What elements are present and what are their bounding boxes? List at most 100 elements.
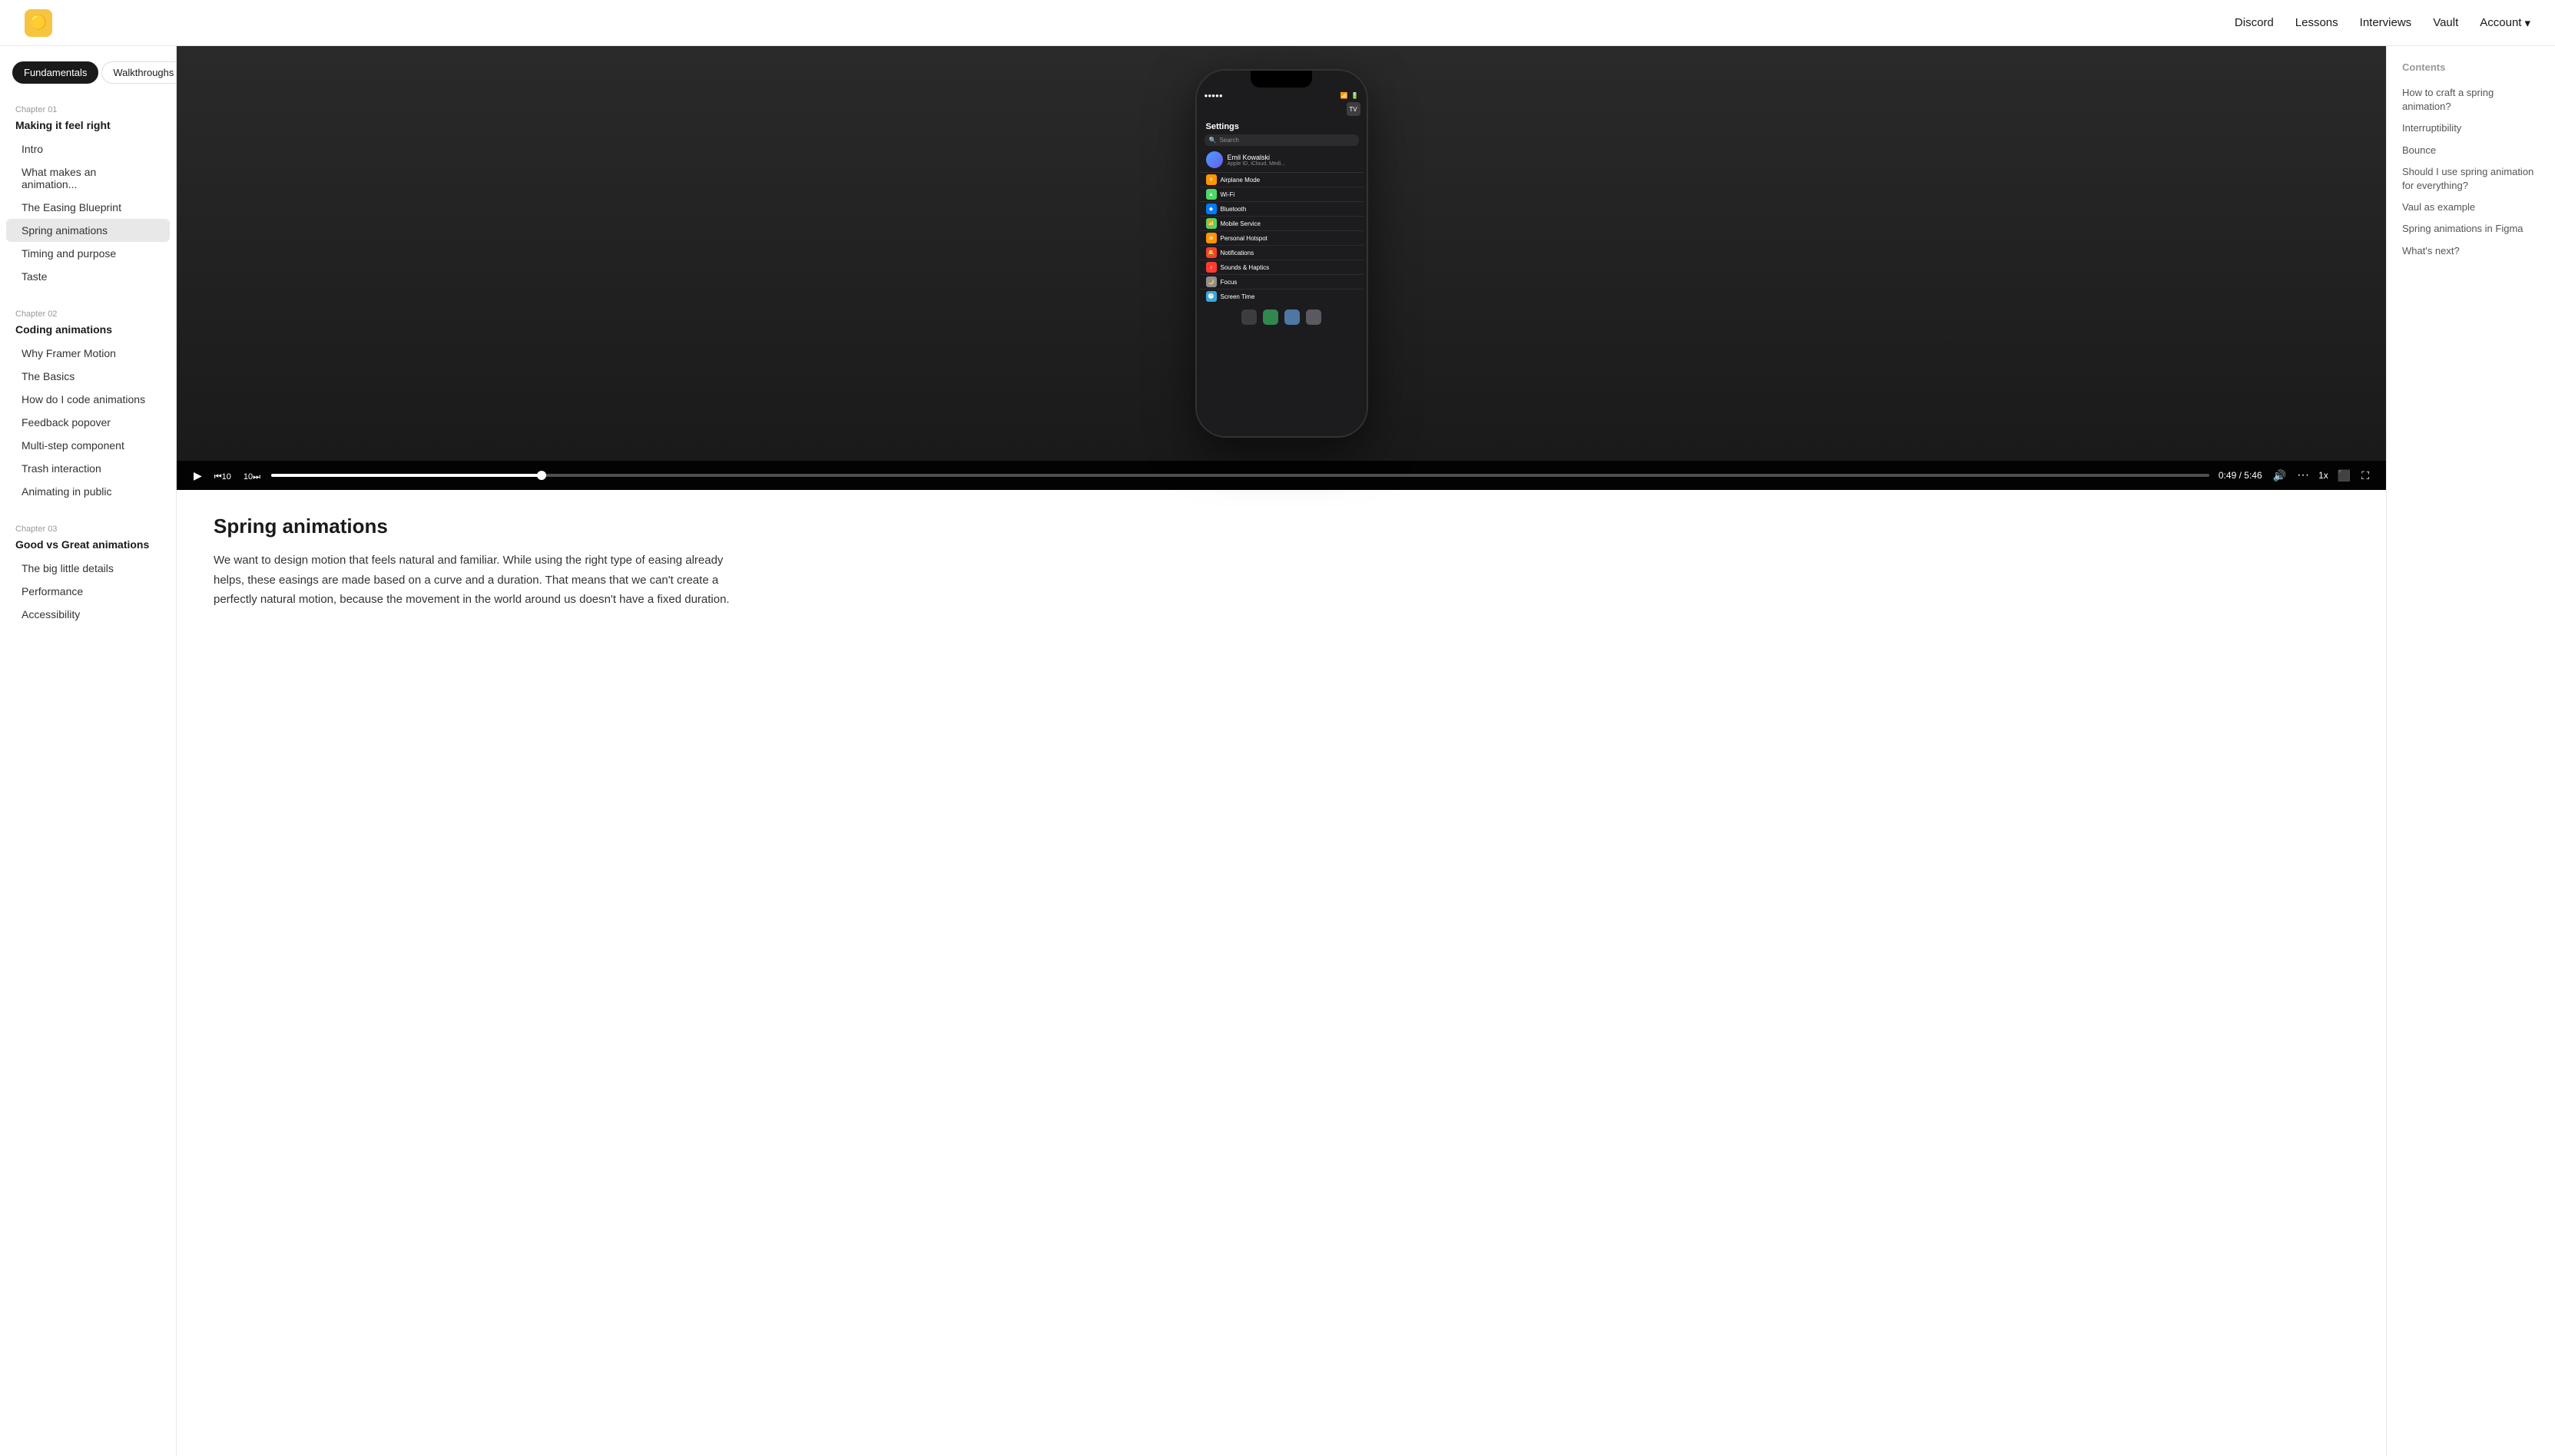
tab-walkthroughs[interactable]: Walkthroughs xyxy=(101,61,177,84)
chapter-03: Chapter 03 Good vs Great animations The … xyxy=(0,515,176,626)
tab-fundamentals[interactable]: Fundamentals xyxy=(12,61,98,84)
dock-icon-3 xyxy=(1284,309,1300,325)
phone-dock xyxy=(1197,305,1367,328)
video-controls: ▶ ⏮10 10⏭ 0:49 / 5:46 xyxy=(177,461,2386,490)
chapter-01: Chapter 01 Making it feel right Intro Wh… xyxy=(0,96,176,288)
pip-button[interactable]: ⬛ xyxy=(2336,468,2352,484)
chapter-01-label: Chapter 01 xyxy=(0,96,176,117)
dock-icon-1 xyxy=(1241,309,1257,325)
sidebar-item-feedback-popover[interactable]: Feedback popover xyxy=(6,411,170,434)
video-controls-right: 🔊 ··· 1x ⬛ ⛶ xyxy=(2272,467,2371,484)
volume-button[interactable]: 🔊 xyxy=(2272,468,2288,484)
article-title: Spring animations xyxy=(214,515,754,538)
settings-icon-screen-time: 🕐 xyxy=(1206,291,1217,302)
article-body: We want to design motion that feels natu… xyxy=(214,551,754,610)
settings-label-sounds: Sounds & Haptics xyxy=(1221,264,1270,271)
settings-label-mobile: Mobile Service xyxy=(1221,220,1261,227)
sidebar-item-big-little-details[interactable]: The big little details xyxy=(6,557,170,580)
nav-vault[interactable]: Vault xyxy=(2433,16,2458,29)
sidebar-item-multi-step[interactable]: Multi-step component xyxy=(6,434,170,457)
chapter-01-title: Making it feel right xyxy=(0,117,176,137)
phone-settings-title: Settings xyxy=(1200,119,1364,133)
chapter-02: Chapter 02 Coding animations Why Framer … xyxy=(0,300,176,503)
nav-lessons[interactable]: Lessons xyxy=(2295,16,2338,29)
contents-item-interruptibility[interactable]: Interruptibility xyxy=(2402,117,2540,139)
contents-item-whats-next[interactable]: What's next? xyxy=(2402,240,2540,262)
phone-settings-rows: ✈ Airplane Mode ▲ Wi-Fi ◆ xyxy=(1200,173,1364,303)
settings-icon-wifi: ▲ xyxy=(1206,189,1217,200)
main-layout: Fundamentals Walkthroughs Chapter 01 Mak… xyxy=(0,46,2555,1456)
sidebar-item-performance[interactable]: Performance xyxy=(6,580,170,603)
main-content: ●●●●● 📶 🔋 ⚙ TV xyxy=(177,46,2386,1456)
logo-icon: 🟡 xyxy=(30,15,47,31)
sidebar-item-easing-blueprint[interactable]: The Easing Blueprint xyxy=(6,196,170,219)
sidebar-item-taste[interactable]: Taste xyxy=(6,265,170,288)
video-wrapper: ●●●●● 📶 🔋 ⚙ TV xyxy=(177,46,2386,461)
logo[interactable]: 🟡 xyxy=(25,9,52,37)
rewind-button[interactable]: ⏮10 xyxy=(213,468,233,484)
nav-discord[interactable]: Discord xyxy=(2235,16,2274,29)
sidebar-item-the-basics[interactable]: The Basics xyxy=(6,365,170,388)
nav-interviews[interactable]: Interviews xyxy=(2360,16,2412,29)
video-container: ●●●●● 📶 🔋 ⚙ TV xyxy=(177,46,2386,490)
sidebar-item-timing-purpose[interactable]: Timing and purpose xyxy=(6,242,170,265)
settings-icon-bluetooth: ◆ xyxy=(1206,204,1217,214)
sidebar-item-animating-public[interactable]: Animating in public xyxy=(6,480,170,503)
phone-search-bar: 🔍 Search xyxy=(1205,134,1359,146)
progress-fill xyxy=(271,474,542,477)
chevron-down-icon: ▾ xyxy=(2524,16,2530,30)
progress-thumb xyxy=(537,471,546,480)
phone-mockup: ●●●●● 📶 🔋 ⚙ TV xyxy=(1195,69,1368,438)
more-button[interactable]: ··· xyxy=(2295,467,2311,484)
article-content: Spring animations We want to design moti… xyxy=(177,490,791,634)
contents-item-spring-everything[interactable]: Should I use spring animation for everyt… xyxy=(2402,161,2540,197)
phone-user-avatar xyxy=(1206,151,1223,168)
chapter-03-label: Chapter 03 xyxy=(0,515,176,537)
chapter-03-title: Good vs Great animations xyxy=(0,537,176,557)
sidebar-item-spring-animations[interactable]: Spring animations xyxy=(6,219,170,242)
contents-item-craft-spring[interactable]: How to craft a spring animation? xyxy=(2402,82,2540,117)
nav-account[interactable]: Account ▾ xyxy=(2480,16,2530,30)
sidebar: Fundamentals Walkthroughs Chapter 01 Mak… xyxy=(0,46,177,1456)
settings-label-wifi: Wi-Fi xyxy=(1221,191,1235,198)
right-sidebar: Contents How to craft a spring animation… xyxy=(2386,46,2555,1456)
settings-icon-focus: 🌙 xyxy=(1206,276,1217,287)
settings-icon-mobile: 📶 xyxy=(1206,218,1217,229)
time-display: 0:49 / 5:46 xyxy=(2219,470,2262,481)
phone-user-row: Emil Kowalski Apple ID, iCloud, Medi... xyxy=(1200,147,1364,173)
sidebar-item-what-makes[interactable]: What makes an animation... xyxy=(6,160,170,196)
main-nav: Discord Lessons Interviews Vault Account… xyxy=(2235,16,2530,30)
contents-item-spring-figma[interactable]: Spring animations in Figma xyxy=(2402,218,2540,240)
settings-label-airplane: Airplane Mode xyxy=(1221,177,1261,184)
header: 🟡 Discord Lessons Interviews Vault Accou… xyxy=(0,0,2555,46)
sidebar-item-accessibility[interactable]: Accessibility xyxy=(6,603,170,626)
sidebar-item-why-framer[interactable]: Why Framer Motion xyxy=(6,342,170,365)
phone-user-name: Emil Kowalski xyxy=(1228,154,1285,161)
phone-notch xyxy=(1251,71,1312,88)
chapter-02-label: Chapter 02 xyxy=(0,300,176,322)
settings-label-hotspot: Personal Hotspot xyxy=(1221,235,1268,242)
phone-carrier: ●●●●● xyxy=(1205,92,1223,99)
progress-bar[interactable] xyxy=(271,474,2209,477)
settings-icon-airplane: ✈ xyxy=(1206,174,1217,185)
contents-item-vaul-example[interactable]: Vaul as example xyxy=(2402,197,2540,218)
settings-label-notifications: Notifications xyxy=(1221,250,1254,256)
forward-button[interactable]: 10⏭ xyxy=(242,468,262,484)
fullscreen-button[interactable]: ⛶ xyxy=(2360,468,2371,484)
settings-icon-sounds: ♪ xyxy=(1206,262,1217,273)
sidebar-item-intro[interactable]: Intro xyxy=(6,137,170,160)
settings-label-bluetooth: Bluetooth xyxy=(1221,206,1247,213)
dock-icon-4 xyxy=(1306,309,1321,325)
speed-button[interactable]: 1x xyxy=(2318,470,2328,481)
settings-icon-notifications: 🔔 xyxy=(1206,247,1217,258)
sidebar-item-trash-interaction[interactable]: Trash interaction xyxy=(6,457,170,480)
chapter-02-title: Coding animations xyxy=(0,322,176,342)
phone-user-sub: Apple ID, iCloud, Medi... xyxy=(1228,161,1285,167)
settings-label-focus: Focus xyxy=(1221,279,1238,286)
sidebar-item-how-code[interactable]: How do I code animations xyxy=(6,388,170,411)
play-button[interactable]: ▶ xyxy=(192,468,204,484)
contents-item-bounce[interactable]: Bounce xyxy=(2402,140,2540,161)
dock-icon-2 xyxy=(1263,309,1278,325)
phone-status-icons: 📶 🔋 xyxy=(1340,92,1359,99)
phone-top-apps: ⚙ TV xyxy=(1197,101,1367,117)
